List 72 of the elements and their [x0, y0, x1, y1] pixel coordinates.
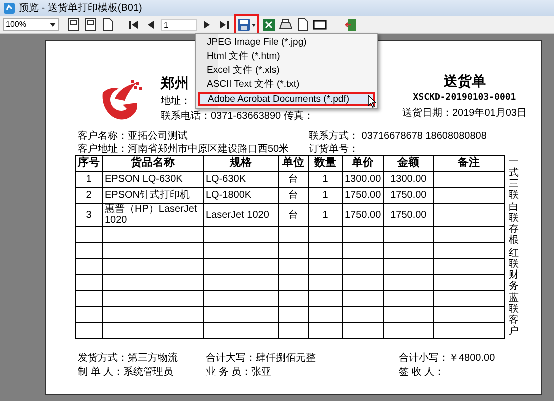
page-button[interactable]	[101, 16, 115, 32]
page-button[interactable]	[296, 16, 310, 32]
delivery-date: 送货日期：2019年01月03日	[402, 106, 527, 120]
exit-button[interactable]	[345, 16, 359, 32]
table-cell: 台	[278, 188, 308, 204]
page-number-field[interactable]: 1	[161, 18, 197, 30]
table-cell: 1750.00	[342, 204, 384, 226]
column-header: 序号	[76, 156, 102, 172]
column-header: 备注	[434, 156, 505, 172]
customer-field: 联系方式： 03716678678 18608080808	[309, 129, 487, 142]
table-cell: 2	[76, 188, 102, 204]
table-cell: 惠普（HP）LaserJet 1020	[102, 204, 204, 226]
table-cell: LQ-1800K	[204, 188, 278, 204]
table-cell: 1300.00	[384, 172, 434, 188]
table-cell: 1300.00	[342, 172, 384, 188]
menu-item[interactable]: ASCII Text 文件 (*.txt)	[198, 78, 375, 92]
copy-label: 红联财务	[509, 248, 520, 292]
table-cell: 台	[278, 204, 308, 226]
document-number: XSCKD-20190103-0001	[413, 92, 516, 105]
menu-item[interactable]: Excel 文件 (*.xls)	[198, 64, 375, 78]
column-header: 数量	[308, 156, 342, 172]
customer-field: 客户地址：河南省郑州市中原区建设路口西50米	[78, 142, 309, 155]
table-cell: 1	[308, 204, 342, 226]
page-layout-icon	[67, 18, 81, 32]
table-cell: 3	[76, 204, 102, 226]
column-header: 单位	[278, 156, 308, 172]
exit-icon	[345, 18, 359, 32]
column-header: 金额	[384, 156, 434, 172]
page-layout-button[interactable]	[67, 16, 81, 32]
column-header: 单价	[342, 156, 384, 172]
table-cell: 1	[76, 172, 102, 188]
column-header: 货品名称	[102, 156, 204, 172]
save-icon	[237, 18, 251, 32]
copy-label: 白联存根	[509, 202, 520, 246]
caret-icon	[252, 22, 256, 26]
table-cell: LQ-630K	[204, 172, 278, 188]
menu-item[interactable]: Html 文件 (*.htm)	[198, 50, 375, 64]
print-button[interactable]	[279, 16, 293, 32]
table-cell: LaserJet 1020	[204, 204, 278, 226]
page-layout-icon	[84, 18, 98, 32]
print-icon	[279, 18, 293, 32]
menu-item[interactable]: JPEG Image File (*.jpg)	[198, 36, 375, 50]
column-header: 规格	[204, 156, 278, 172]
menu-item[interactable]: Adobe Acrobat Documents (*.pdf)	[198, 92, 375, 106]
footer-field: 发货方式：第三方物流	[78, 351, 206, 365]
company-address: 地址：	[161, 94, 191, 109]
footer-field: 业 务 员：张亚	[206, 365, 399, 379]
company-name: 郑州	[161, 74, 189, 93]
copy-label: 一式三联	[509, 157, 520, 201]
footer-field: 制 单 人：系统管理员	[78, 365, 206, 379]
table-cell: 1750.00	[384, 188, 434, 204]
table-cell: EPSON LQ-630K	[102, 172, 204, 188]
table-cell: 台	[278, 172, 308, 188]
customer-field: 订货单号：	[309, 142, 359, 155]
table-cell: 1	[308, 172, 342, 188]
table-cell: 1750.00	[342, 188, 384, 204]
footer-field: 合计小写：￥4800.00	[399, 351, 496, 365]
footer-field: 合计大写：肆仟捌佰元整	[206, 351, 399, 365]
frame-icon	[313, 18, 327, 32]
document-title: 送货单	[444, 72, 486, 91]
app-icon	[4, 2, 15, 14]
footer-field: 签 收 人：	[399, 365, 445, 379]
table-cell: EPSON针式打印机	[102, 188, 204, 204]
caret-icon	[50, 22, 56, 26]
table-cell: 1	[308, 188, 342, 204]
zoom-select[interactable]: 100%	[3, 18, 59, 31]
copy-label: 蓝联客户	[509, 292, 520, 337]
page-layout-button[interactable]	[84, 16, 98, 32]
window-title: 预览 - 送货单打印模板(B01)	[19, 2, 142, 16]
customer-field: 客户名称：亚拓公司测试	[78, 129, 309, 142]
table-cell: 1750.00	[384, 204, 434, 226]
company-phone: 联系电话：0371-63663890 传真：	[161, 110, 314, 124]
